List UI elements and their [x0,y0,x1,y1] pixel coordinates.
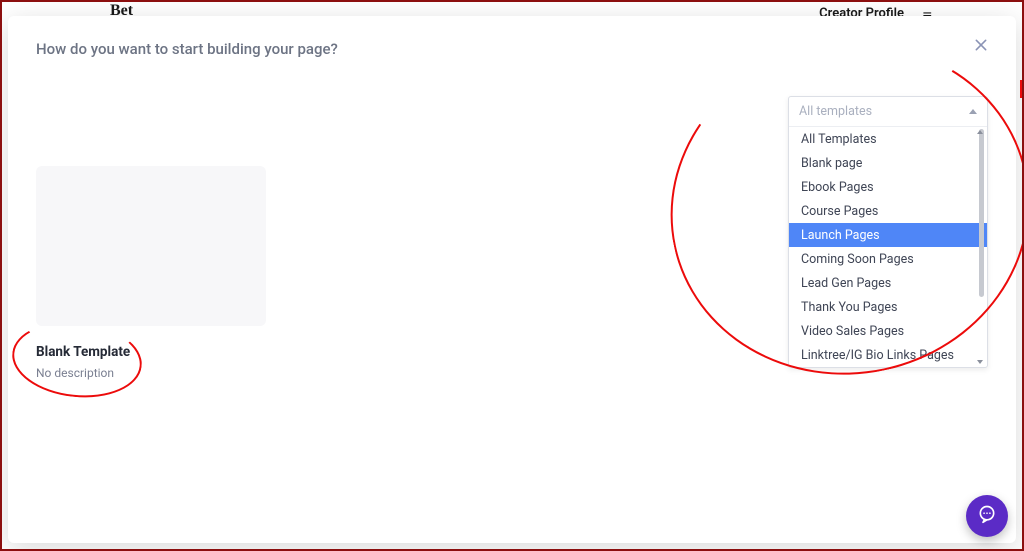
dropdown-item[interactable]: Ebook Pages [789,175,987,199]
annotation-edge-accent [1020,80,1022,98]
scroll-down-icon[interactable] [977,360,983,364]
template-description: No description [36,366,266,380]
chat-fab[interactable] [966,495,1008,537]
dropdown-item[interactable]: Lead Gen Pages [789,271,987,295]
dropdown-list: All TemplatesBlank pageEbook PagesCourse… [789,127,987,367]
dropdown-item[interactable]: Linktree/IG Bio Links Pages [789,343,987,367]
template-filter-dropdown[interactable]: All templates All TemplatesBlank pageEbo… [788,96,988,368]
template-thumbnail [36,166,266,326]
chat-icon [977,504,997,528]
dropdown-placeholder: All templates [799,104,872,119]
dropdown-item[interactable]: Blank page [789,151,987,175]
dropdown-item[interactable]: Launch Pages [789,223,987,247]
dropdown-item[interactable]: Course Pages [789,199,987,223]
modal-title: How do you want to start building your p… [36,40,988,58]
dropdown-item[interactable]: All Templates [789,127,987,151]
dropdown-header[interactable]: All templates [789,97,987,127]
scrollbar-thumb[interactable] [979,129,984,297]
chevron-up-icon [969,109,977,114]
template-card-blank[interactable]: Blank Template No description [36,166,266,380]
dropdown-item[interactable]: Video Sales Pages [789,319,987,343]
template-picker-modal: How do you want to start building your p… [8,16,1016,543]
close-icon [973,37,989,57]
dropdown-item[interactable]: Coming Soon Pages [789,247,987,271]
dropdown-item[interactable]: Thank You Pages [789,295,987,319]
close-button[interactable] [970,36,992,58]
template-title: Blank Template [36,344,266,360]
scroll-up-icon[interactable] [977,130,983,134]
